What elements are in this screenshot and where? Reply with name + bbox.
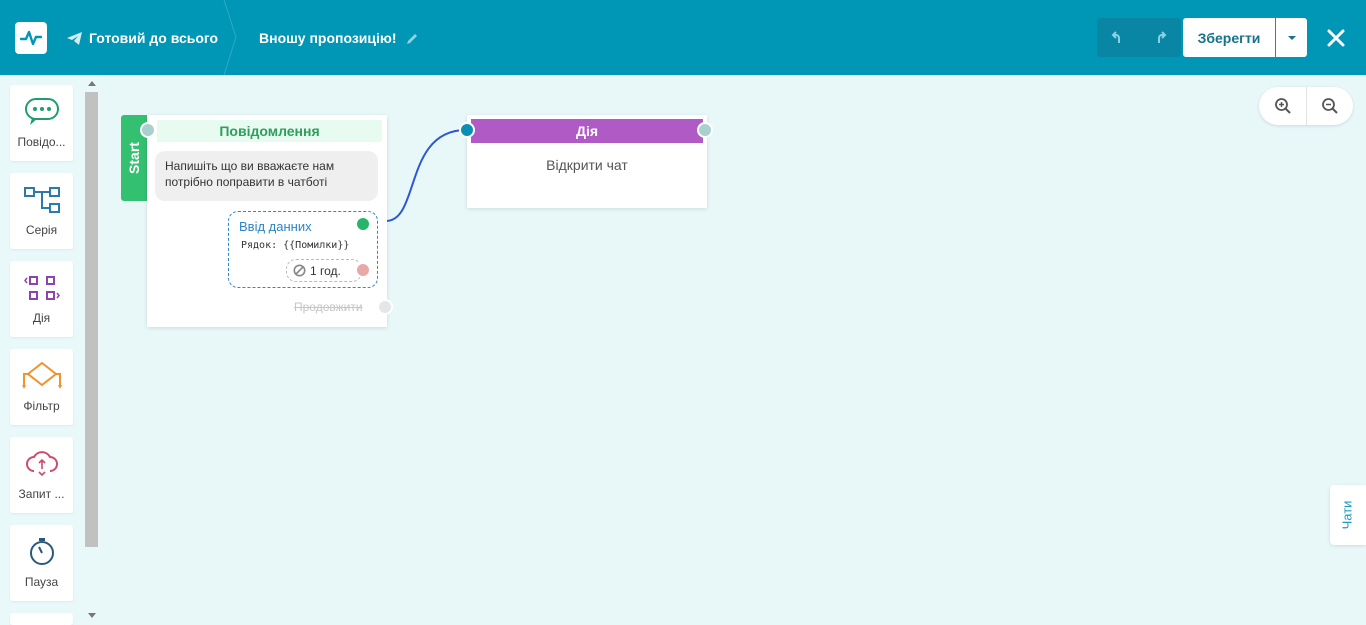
input-success-port[interactable] — [355, 216, 371, 232]
continue-port[interactable] — [377, 299, 393, 315]
timeout-badge[interactable]: 1 год. — [286, 259, 362, 282]
zoom-out-button[interactable] — [1306, 87, 1353, 125]
zoom-in-icon — [1274, 98, 1291, 114]
action-input-port[interactable] — [459, 122, 475, 138]
message-node-title: Повідомлення — [157, 120, 382, 142]
start-label: Start — [126, 142, 142, 174]
action-node[interactable]: Дія Відкрити чат — [467, 115, 707, 208]
timeout-label: 1 год. — [310, 263, 341, 278]
action-node-body: Відкрити чат — [546, 157, 628, 173]
action-node-title: Дія — [471, 119, 703, 143]
chats-tab[interactable]: Чати — [1330, 485, 1366, 545]
input-block-title: Ввід данних — [239, 219, 312, 234]
message-input-port[interactable] — [140, 122, 156, 138]
zoom-controls — [1259, 87, 1353, 125]
chats-tab-label: Чати — [1339, 500, 1355, 530]
message-node[interactable]: Повідомлення Напишіть що ви вважаєте нам… — [147, 115, 387, 327]
zoom-in-button[interactable] — [1259, 87, 1306, 125]
input-timeout-port[interactable] — [355, 262, 371, 278]
message-text: Напишіть що ви вважаєте нам потрібно поп… — [155, 151, 378, 201]
continue-label: Продовжити — [294, 300, 363, 314]
ban-icon — [293, 264, 306, 277]
action-output-port[interactable] — [697, 122, 713, 138]
zoom-out-icon — [1321, 98, 1338, 114]
input-block-variable: Рядок: {{Помилки}} — [241, 240, 350, 251]
